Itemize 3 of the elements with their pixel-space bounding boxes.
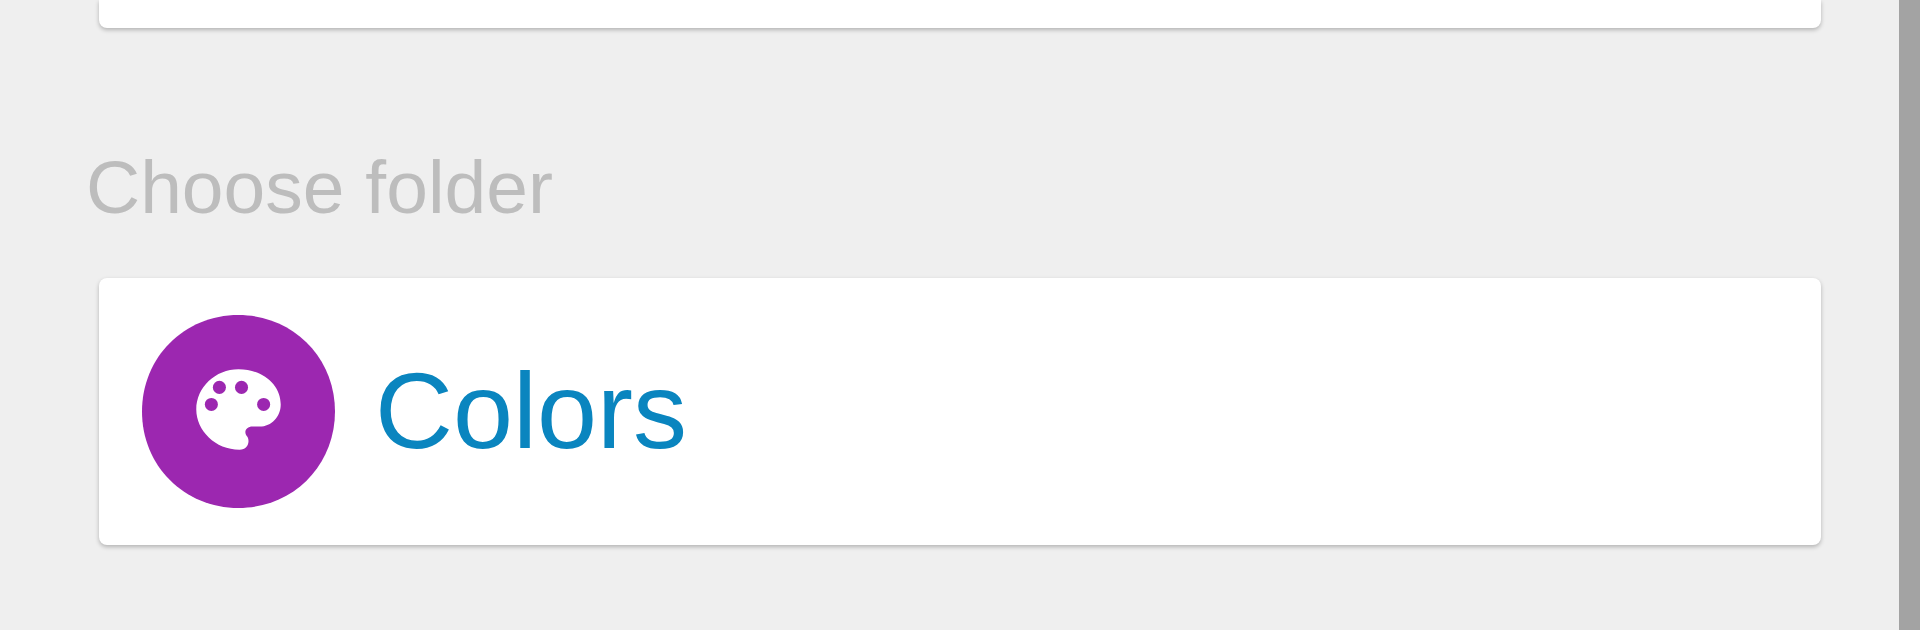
list-item[interactable]: Colors (99, 278, 1821, 545)
scrollbar[interactable] (1899, 0, 1920, 630)
item-label: Colors (375, 349, 688, 474)
